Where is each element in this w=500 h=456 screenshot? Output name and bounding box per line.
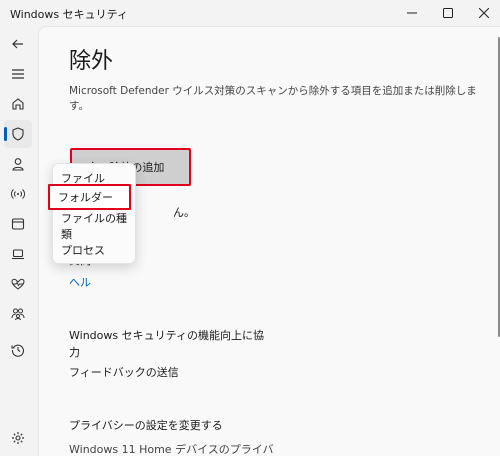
close-icon bbox=[479, 8, 489, 18]
shield-icon bbox=[12, 127, 24, 141]
home-icon bbox=[12, 98, 24, 110]
health-icon bbox=[11, 278, 25, 290]
maximize-icon bbox=[443, 8, 453, 18]
nav-history[interactable] bbox=[4, 336, 32, 364]
menu-icon bbox=[12, 69, 24, 79]
page-title: 除外 bbox=[69, 49, 114, 74]
nav-device-health[interactable] bbox=[4, 270, 32, 298]
minimize-icon bbox=[407, 12, 417, 14]
privacy-text: Windows 11 Home デバイスのプライバ bbox=[69, 443, 274, 456]
feedback-link[interactable]: フィードバックの送信 bbox=[69, 364, 179, 380]
minimize-button[interactable] bbox=[392, 0, 432, 26]
exclusion-type-menu: ファイル ファイルの種類 プロセス bbox=[52, 163, 136, 264]
nav-virus-protection[interactable] bbox=[4, 120, 32, 148]
close-button[interactable] bbox=[464, 0, 500, 26]
family-icon bbox=[11, 308, 25, 321]
nav-firewall[interactable] bbox=[4, 180, 32, 208]
app-browser-icon bbox=[11, 218, 25, 230]
menu-item-process[interactable]: プロセス bbox=[61, 239, 105, 261]
nav-family[interactable] bbox=[4, 300, 32, 328]
wireless-icon bbox=[11, 189, 25, 199]
nav-home[interactable] bbox=[4, 90, 32, 118]
improve-text-line1: Windows セキュリティの機能向上に協 bbox=[69, 329, 264, 342]
privacy-heading: プライバシーの設定を変更する bbox=[69, 419, 223, 432]
title-bar: Windows セキュリティ bbox=[0, 0, 500, 26]
nav-device-security[interactable] bbox=[4, 240, 32, 268]
improve-text-line2: 力 bbox=[69, 346, 80, 359]
nav-app-browser[interactable] bbox=[4, 210, 32, 238]
account-icon bbox=[12, 158, 24, 171]
nav-settings[interactable] bbox=[4, 424, 32, 452]
menu-item-file-type[interactable]: ファイルの種類 bbox=[61, 212, 135, 241]
existing-exclusions-text-end: ん。 bbox=[173, 206, 195, 219]
menu-button[interactable] bbox=[4, 60, 32, 88]
page-description: Microsoft Defender ウイルス対策のスキャンから除外する項目を追… bbox=[69, 85, 477, 112]
navigation-rail bbox=[0, 26, 38, 456]
back-button[interactable] bbox=[4, 30, 32, 58]
menu-item-folder[interactable]: フォルダー bbox=[48, 184, 131, 210]
laptop-icon bbox=[12, 249, 24, 260]
back-icon bbox=[12, 39, 23, 49]
window-title: Windows セキュリティ bbox=[10, 8, 128, 21]
help-link[interactable]: ヘル bbox=[69, 274, 91, 290]
nav-account[interactable] bbox=[4, 150, 32, 178]
maximize-button[interactable] bbox=[428, 0, 468, 26]
history-icon bbox=[11, 344, 24, 357]
settings-icon bbox=[12, 432, 24, 444]
